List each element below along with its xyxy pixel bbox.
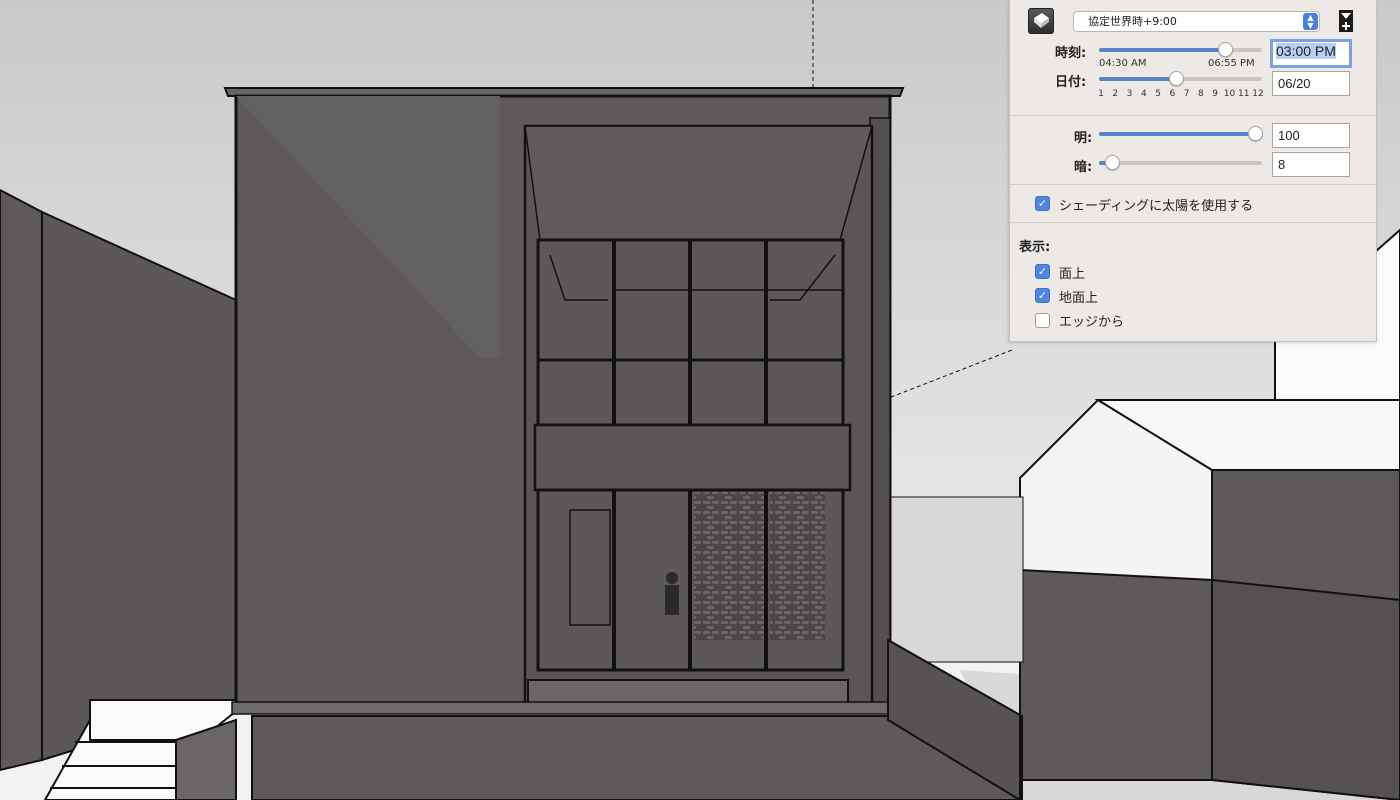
- time-slider-fill: [1099, 48, 1225, 52]
- month-tick-label: 2: [1112, 89, 1119, 99]
- light-field[interactable]: 100: [1272, 123, 1350, 148]
- month-tick-labels: 1 2 3 4 5 6 7 8 9 10 11 12: [1098, 89, 1264, 101]
- date-slider-thumb[interactable]: [1168, 71, 1184, 86]
- on-ground-checkbox[interactable]: ✓: [1035, 288, 1050, 303]
- month-tick-label: 11: [1237, 89, 1250, 99]
- display-heading: 表示:: [1019, 240, 1051, 255]
- dark-field-value: 8: [1278, 157, 1286, 172]
- light-slider-fill: [1099, 132, 1255, 136]
- light-label: 明:: [1074, 131, 1093, 146]
- divider: [1010, 222, 1376, 223]
- month-tick-label: 6: [1169, 89, 1176, 99]
- time-max-label: 06:55 PM: [1208, 58, 1255, 69]
- from-edges-checkbox[interactable]: [1035, 313, 1050, 328]
- shadows-panel: 協定世界時+9:00 ▲ ▼ 時刻: 04:30 AM 06:55 PM 03:0…: [1009, 0, 1377, 342]
- month-tick-label: 10: [1223, 89, 1236, 99]
- dark-slider-thumb[interactable]: [1105, 155, 1121, 170]
- use-sun-checkbox[interactable]: ✓: [1035, 196, 1050, 211]
- timezone-value: 協定世界時+9:00: [1088, 15, 1177, 28]
- back-wall: [887, 496, 1024, 663]
- time-label: 時刻:: [1055, 46, 1087, 61]
- month-tick-label: 9: [1212, 89, 1219, 99]
- divider: [1010, 115, 1376, 116]
- sun-shadow-icon[interactable]: [1028, 8, 1054, 34]
- date-slider[interactable]: [1099, 71, 1262, 86]
- time-field[interactable]: 03:00 PM: [1270, 39, 1352, 68]
- from-edges-label: エッジから: [1059, 315, 1125, 330]
- expand-panel-button[interactable]: [1339, 10, 1353, 32]
- time-min-label: 04:30 AM: [1099, 58, 1147, 69]
- date-slider-fill: [1099, 77, 1176, 81]
- main-house: [223, 87, 905, 715]
- light-field-value: 100: [1278, 128, 1300, 143]
- date-label: 日付:: [1055, 75, 1087, 90]
- on-faces-label: 面上: [1059, 267, 1086, 282]
- time-slider-thumb[interactable]: [1217, 42, 1233, 57]
- dark-field[interactable]: 8: [1272, 152, 1350, 177]
- date-field-value: 06/20: [1278, 76, 1311, 91]
- month-tick-label: 3: [1126, 89, 1133, 99]
- date-field[interactable]: 06/20: [1272, 71, 1350, 96]
- time-slider[interactable]: [1099, 42, 1262, 57]
- select-arrows-icon: ▲ ▼: [1303, 13, 1318, 30]
- month-tick-label: 7: [1183, 89, 1190, 99]
- expand-icon: [1339, 10, 1353, 32]
- month-tick-label: 1: [1098, 89, 1104, 99]
- month-tick-label: 4: [1140, 89, 1147, 99]
- dark-label: 暗:: [1074, 160, 1093, 175]
- month-tick-label: 8: [1198, 89, 1204, 99]
- on-faces-checkbox[interactable]: ✓: [1035, 264, 1050, 279]
- divider: [1010, 184, 1376, 185]
- light-slider-thumb[interactable]: [1248, 126, 1263, 141]
- on-ground-label: 地面上: [1059, 291, 1099, 306]
- timezone-select[interactable]: 協定世界時+9:00 ▲ ▼: [1073, 11, 1320, 32]
- month-tick-label: 5: [1155, 89, 1161, 99]
- month-tick-label: 12: [1252, 89, 1264, 99]
- use-sun-label: シェーディングに太陽を使用する: [1059, 199, 1254, 214]
- light-slider[interactable]: [1099, 126, 1263, 141]
- left-building-side: [41, 210, 237, 762]
- dark-slider[interactable]: [1099, 155, 1262, 170]
- time-field-value: 03:00 PM: [1276, 43, 1336, 59]
- left-building: [0, 188, 43, 772]
